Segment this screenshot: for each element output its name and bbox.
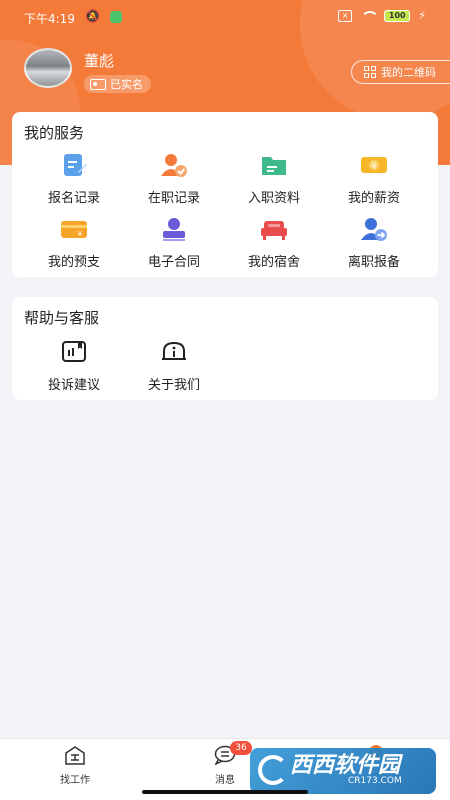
employment-record-icon bbox=[161, 154, 187, 177]
service-onboarding-docs[interactable]: 入职资料 bbox=[224, 152, 324, 208]
nav-label: 找工作 bbox=[60, 775, 90, 786]
services-card: 我的服务 报名记录 在职记录 入职资料 ¥ 我的薪资 ¥ 我的预支 电子合同 我… bbox=[12, 112, 438, 277]
mute-icon: 🔕 bbox=[85, 9, 100, 23]
watermark-site: CR173.COM bbox=[348, 776, 402, 786]
id-card-icon bbox=[90, 78, 106, 90]
sim-icon: × bbox=[338, 9, 353, 22]
salary-icon: ¥ bbox=[361, 157, 387, 173]
watermark-icon bbox=[258, 755, 288, 785]
service-salary[interactable]: ¥ 我的薪资 bbox=[324, 152, 424, 208]
wifi-icon bbox=[360, 10, 380, 22]
find-job-icon bbox=[65, 746, 85, 765]
verified-badge: 已实名 bbox=[84, 75, 151, 93]
app-notification-icon bbox=[110, 11, 122, 23]
dormitory-icon bbox=[261, 221, 287, 240]
service-signup-record[interactable]: 报名记录 bbox=[24, 152, 124, 208]
message-badge: 36 bbox=[230, 741, 252, 755]
service-label: 电子合同 bbox=[147, 255, 200, 270]
home-indicator bbox=[142, 790, 308, 794]
verified-label: 已实名 bbox=[110, 78, 143, 91]
services-title: 我的服务 bbox=[24, 124, 85, 142]
help-complaint[interactable]: 投诉建议 bbox=[24, 339, 124, 395]
nav-find-job[interactable]: 找工作 bbox=[40, 745, 110, 786]
service-label: 我的预支 bbox=[47, 255, 100, 270]
service-label: 我的宿舍 bbox=[247, 255, 300, 270]
qr-code-button[interactable]: 我的二维码 bbox=[351, 60, 450, 84]
help-card: 帮助与客服 投诉建议 关于我们 bbox=[12, 297, 438, 400]
status-bar: 下午4:19 🔕 × 100 ⚡ bbox=[0, 0, 450, 34]
status-time: 下午4:19 bbox=[24, 12, 75, 26]
watermark-brand: 西西软件园 bbox=[290, 753, 401, 778]
resignation-icon bbox=[361, 218, 387, 241]
avatar[interactable] bbox=[24, 48, 72, 88]
battery-icon: 100 bbox=[384, 9, 411, 22]
service-employment-record[interactable]: 在职记录 bbox=[124, 152, 224, 208]
service-dormitory[interactable]: 我的宿舍 bbox=[224, 216, 324, 272]
svg-text:¥: ¥ bbox=[78, 230, 83, 238]
service-resignation[interactable]: 离职报备 bbox=[324, 216, 424, 272]
service-e-contract[interactable]: 电子合同 bbox=[124, 216, 224, 272]
complaint-icon bbox=[62, 341, 86, 362]
user-name: 董彪 bbox=[84, 52, 115, 70]
service-label: 离职报备 bbox=[347, 255, 400, 270]
advance-pay-icon: ¥ bbox=[61, 221, 87, 238]
status-icons: × 100 ⚡ bbox=[338, 9, 426, 22]
qr-code-label: 我的二维码 bbox=[381, 66, 436, 79]
svg-text:¥: ¥ bbox=[371, 162, 376, 171]
signup-record-icon bbox=[64, 154, 87, 176]
e-contract-icon bbox=[163, 218, 185, 241]
charging-icon: ⚡ bbox=[418, 9, 426, 22]
service-advance-pay[interactable]: ¥ 我的预支 bbox=[24, 216, 124, 272]
help-title: 帮助与客服 bbox=[24, 309, 100, 327]
help-about-us[interactable]: 关于我们 bbox=[124, 339, 224, 395]
help-label: 投诉建议 bbox=[47, 378, 100, 393]
service-label: 在职记录 bbox=[147, 191, 200, 206]
service-label: 报名记录 bbox=[47, 191, 100, 206]
onboarding-docs-icon bbox=[262, 157, 286, 175]
service-label: 我的薪资 bbox=[347, 191, 400, 206]
help-label: 关于我们 bbox=[147, 378, 200, 393]
watermark-logo: 西西软件园 CR173.COM bbox=[250, 748, 436, 794]
qr-code-icon bbox=[364, 66, 376, 78]
about-us-icon bbox=[162, 341, 186, 360]
service-label: 入职资料 bbox=[247, 191, 300, 206]
